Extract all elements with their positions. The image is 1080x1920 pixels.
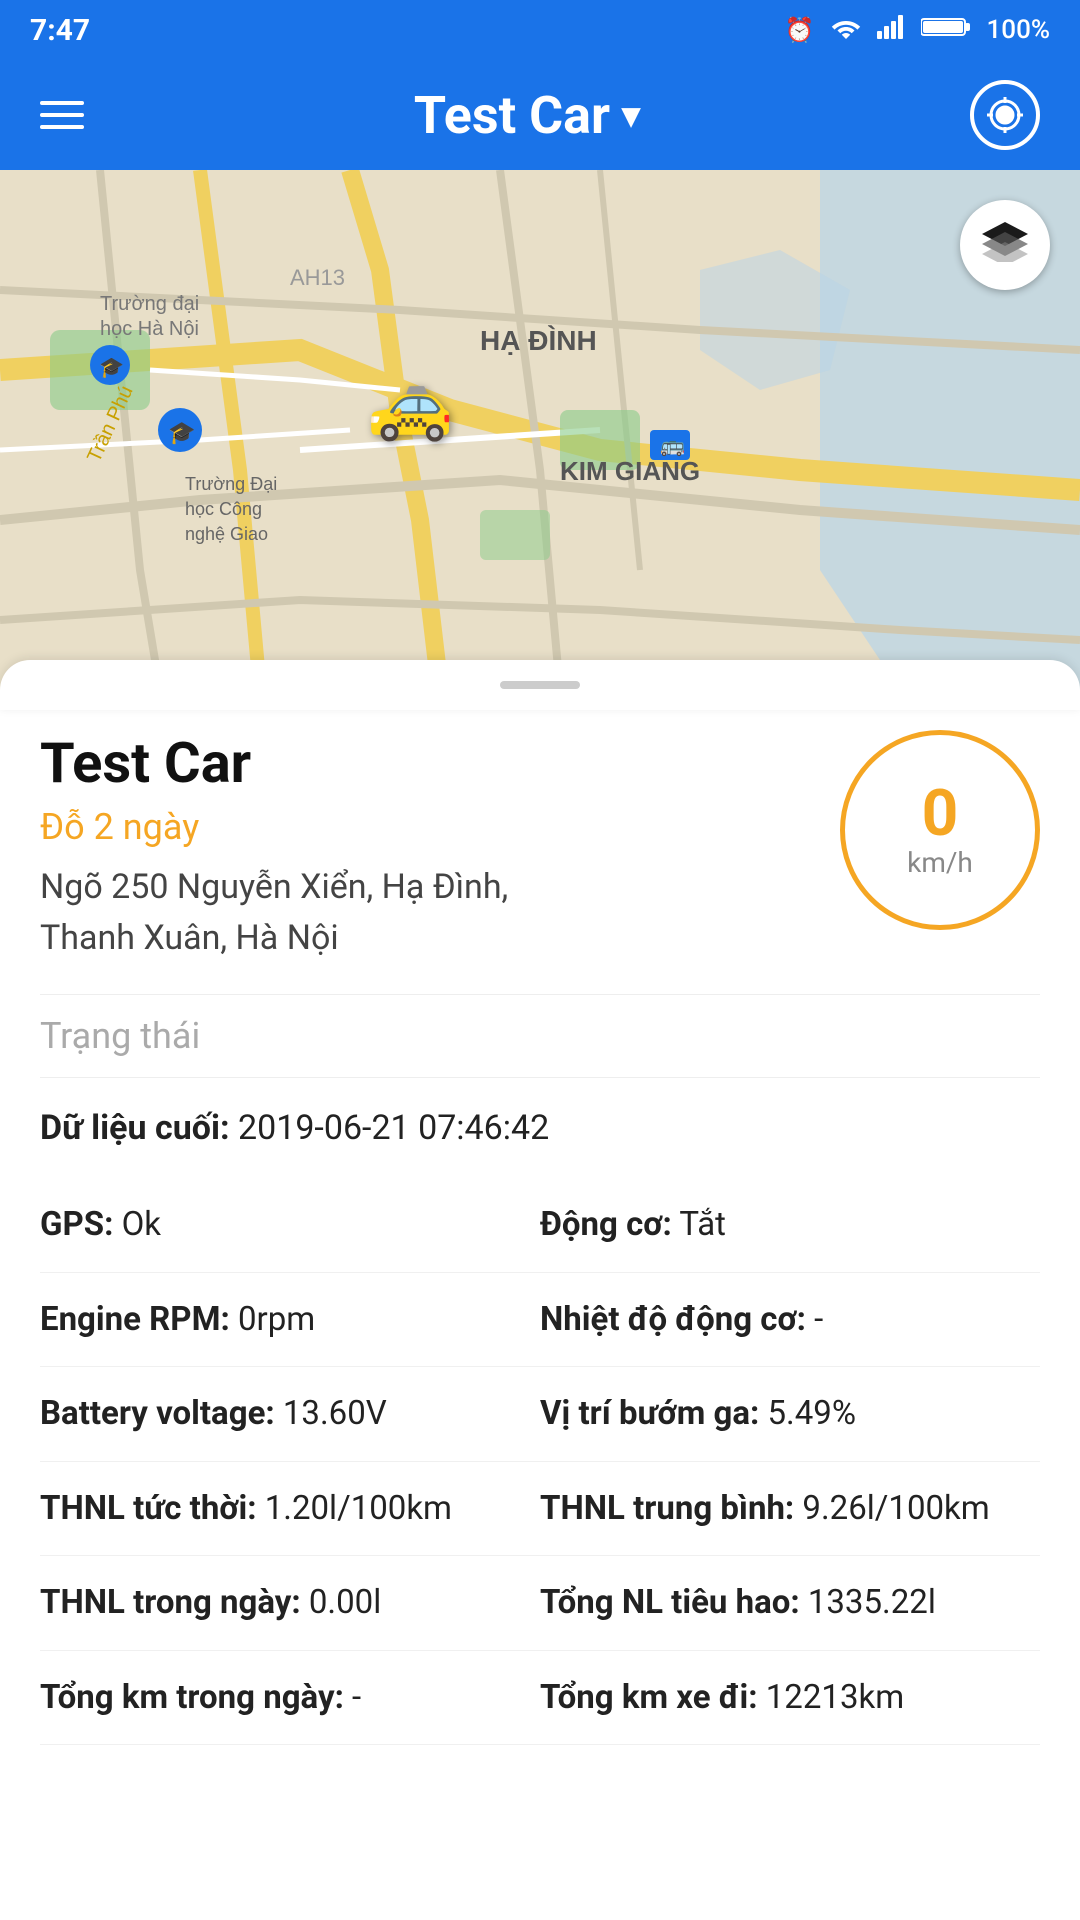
alarm-icon: ⏰: [785, 16, 815, 44]
app-bar: Test Car ▾: [0, 60, 1080, 170]
vehicle-title-header: Test Car: [414, 85, 610, 146]
car-marker: 🚕: [367, 363, 454, 445]
wifi-icon: [831, 15, 861, 45]
data-row: Động cơ: Tắt: [540, 1178, 1040, 1273]
vehicle-header: Test Car Đỗ 2 ngày Ngõ 250 Nguyễn Xiển, …: [40, 730, 1040, 964]
battery-percent: 100%: [987, 15, 1050, 45]
data-row: THNL tức thời: 1.20l/100km: [40, 1462, 540, 1557]
svg-text:🚌: 🚌: [660, 435, 685, 457]
layers-icon: [980, 218, 1030, 272]
app-title[interactable]: Test Car ▾: [414, 85, 640, 146]
map-layer-button[interactable]: [960, 200, 1050, 290]
data-row: THNL trung bình: 9.26l/100km: [540, 1462, 1040, 1557]
panel-handle-area[interactable]: [0, 660, 1080, 710]
svg-text:học Hà Nội: học Hà Nội: [100, 318, 199, 340]
title-dropdown-arrow: ▾: [622, 94, 640, 136]
data-row: Vị trí bướm ga: 5.49%: [540, 1367, 1040, 1462]
last-data-row: Dữ liệu cuối: 2019-06-21 07:46:42: [40, 1108, 1040, 1148]
menu-button[interactable]: [40, 101, 84, 129]
data-grid: GPS: OkĐộng cơ: TắtEngine RPM: 0rpmNhiệt…: [40, 1178, 1040, 1745]
vehicle-name: Test Car: [40, 730, 820, 796]
panel-drag-handle: [500, 681, 580, 689]
vehicle-info: Test Car Đỗ 2 ngày Ngõ 250 Nguyễn Xiển, …: [40, 730, 820, 964]
map-view[interactable]: HẠ ĐÌNH KIM GIANG Trường đại học Hà Nội …: [0, 170, 1080, 690]
svg-text:AH13: AH13: [290, 265, 345, 290]
svg-text:🎓: 🎓: [168, 421, 195, 446]
status-bar: 7:47 ⏰ 100%: [0, 0, 1080, 60]
data-row: GPS: Ok: [40, 1178, 540, 1273]
svg-text:nghệ Giao: nghệ Giao: [185, 524, 268, 544]
status-time: 7:47: [30, 13, 90, 48]
data-row: Tổng km trong ngày: -: [40, 1651, 540, 1746]
svg-text:học Công: học Công: [185, 499, 262, 519]
data-row: Nhiệt độ động cơ: -: [540, 1273, 1040, 1368]
trang-thai-label: Trạng thái: [40, 994, 1040, 1078]
last-data-value: 2019-06-21 07:46:42: [238, 1108, 549, 1148]
vehicle-status: Đỗ 2 ngày: [40, 806, 820, 848]
data-row: Battery voltage: 13.60V: [40, 1367, 540, 1462]
data-section: Dữ liệu cuối: 2019-06-21 07:46:42 GPS: O…: [40, 1108, 1040, 1765]
speed-unit: km/h: [907, 846, 973, 879]
svg-text:Trường đại: Trường đại: [100, 293, 199, 315]
battery-icon: [921, 15, 971, 46]
svg-text:HẠ ĐÌNH: HẠ ĐÌNH: [480, 325, 597, 356]
info-panel: Test Car Đỗ 2 ngày Ngõ 250 Nguyễn Xiển, …: [0, 710, 1080, 1805]
speed-circle: 0 km/h: [840, 730, 1040, 930]
location-target-button[interactable]: [970, 80, 1040, 150]
data-row: Tổng km xe đi: 12213km: [540, 1651, 1040, 1746]
vehicle-address: Ngõ 250 Nguyễn Xiển, Hạ Đình, Thanh Xuân…: [40, 862, 600, 964]
speed-value: 0: [922, 782, 959, 846]
data-row: Tổng NL tiêu hao: 1335.22l: [540, 1556, 1040, 1651]
status-icons: ⏰ 100%: [785, 15, 1050, 46]
svg-text:🎓: 🎓: [99, 355, 124, 379]
last-data-label: Dữ liệu cuối:: [40, 1108, 230, 1148]
data-row: THNL trong ngày: 0.00l: [40, 1556, 540, 1651]
svg-text:Trường Đại: Trường Đại: [185, 474, 277, 494]
signal-icon: [877, 15, 905, 45]
data-row: Engine RPM: 0rpm: [40, 1273, 540, 1368]
svg-text:KIM GIANG: KIM GIANG: [560, 456, 700, 486]
